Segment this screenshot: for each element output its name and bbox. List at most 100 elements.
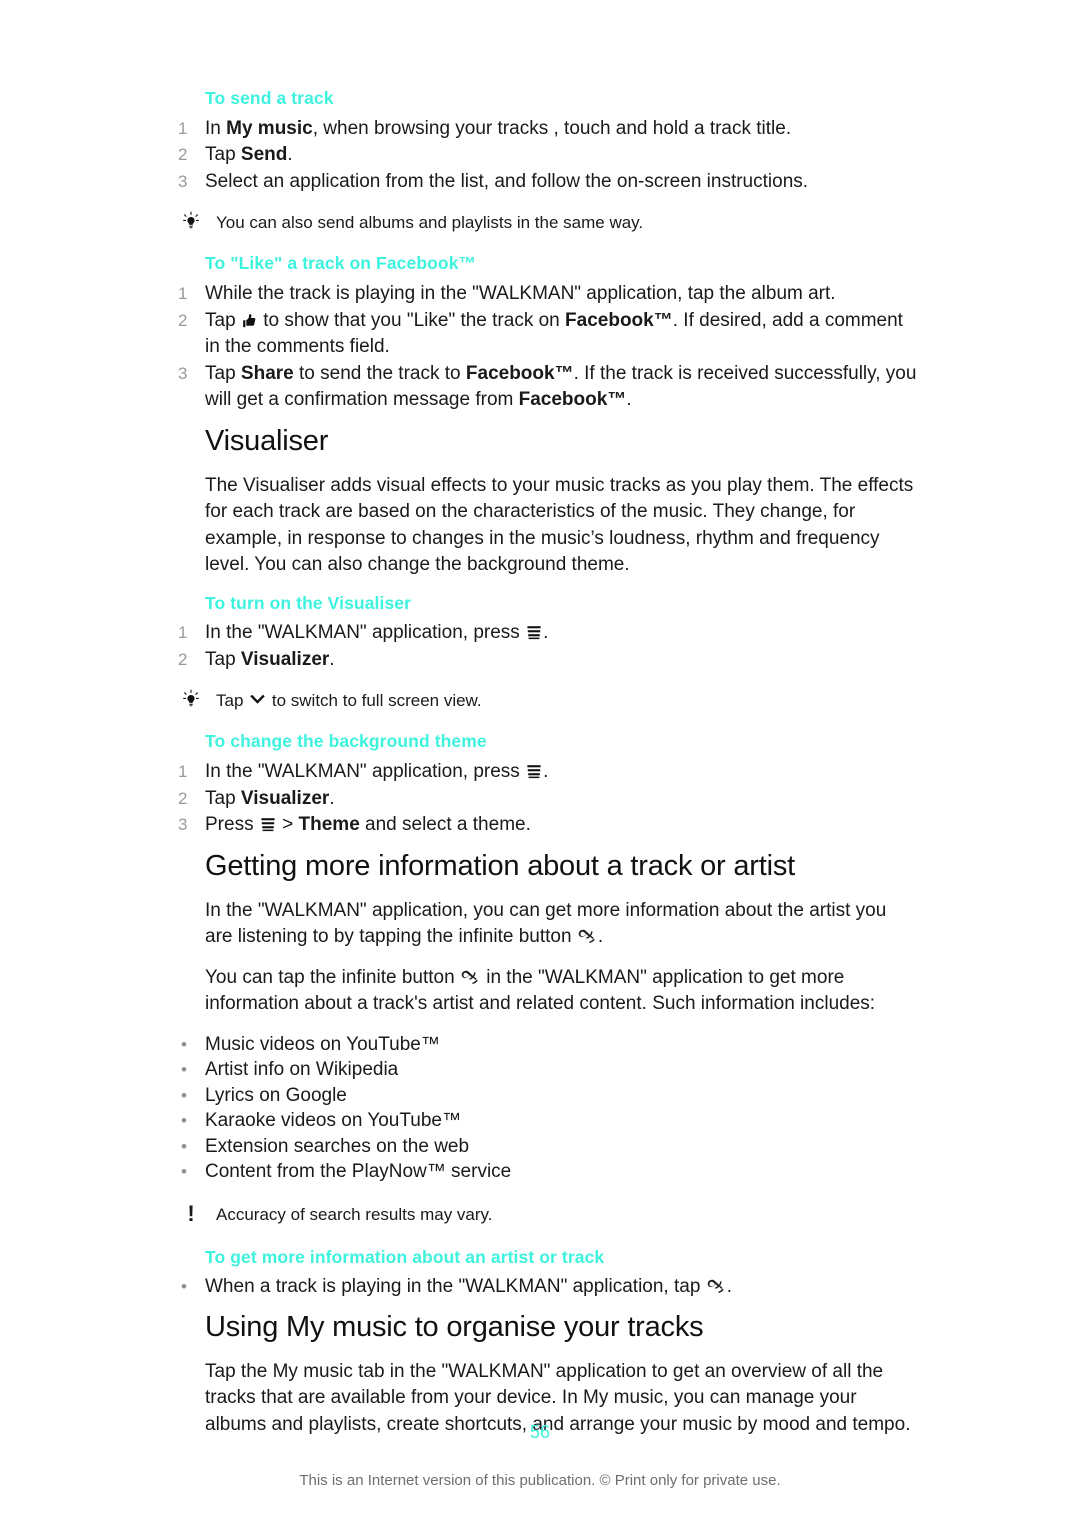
- steps-turn-on-visualiser: 1 In the "WALKMAN" application, press . …: [178, 620, 918, 673]
- step-number: 3: [178, 171, 188, 191]
- note-callout-accuracy: ! Accuracy of search results may vary.: [178, 1200, 918, 1227]
- step-text: While the track is playing in the "WALKM…: [205, 283, 836, 305]
- heading-to-like-a-track-on-facebook: To "Like" a track on Facebook™: [205, 253, 477, 274]
- list-information-includes: • Music videos on YouTube™ • Artist info o…: [178, 1032, 918, 1185]
- bullet-icon: •: [181, 1034, 187, 1054]
- infinite-button-icon: [577, 926, 598, 947]
- menu-icon: [259, 814, 277, 835]
- tip-callout-full-screen: Tap to switch to full screen view.: [178, 689, 918, 713]
- bullet-icon: •: [181, 1136, 187, 1156]
- document-page: To send a track 1 In My music, when brow…: [0, 0, 1080, 1527]
- footer-copyright-note: This is an Internet version of this publ…: [299, 1472, 781, 1489]
- step-number: 3: [178, 363, 188, 383]
- page-title-getting-more-information: Getting more information about a track o…: [205, 849, 795, 882]
- step-number: 2: [178, 310, 188, 330]
- step-text-a: In the "WALKMAN" application, press: [205, 622, 526, 644]
- menu-icon: [525, 761, 543, 782]
- heading-to-change-the-background-theme: To change the background theme: [205, 731, 487, 752]
- heading-to-get-more-information-about-an-artist-or-track: To get more information about an artist …: [205, 1246, 605, 1267]
- bullet-icon: •: [181, 1111, 187, 1131]
- list-item: • Lyrics on Google: [178, 1083, 918, 1109]
- step-text-bold-theme: Theme: [298, 814, 360, 836]
- step-text-c: and select a theme.: [359, 814, 531, 836]
- step-text-pre: In: [205, 117, 227, 139]
- step-text-a: Tap: [205, 362, 241, 384]
- step-text-b: .: [329, 787, 335, 809]
- step-text-bold: My music: [226, 117, 313, 139]
- step-number: 2: [178, 145, 188, 165]
- exclamation-icon: !: [187, 1200, 195, 1226]
- step-item: 1 In the "WALKMAN" application, press .: [178, 620, 918, 647]
- steps-send-a-track: 1 In My music, when browsing your tracks…: [178, 116, 918, 196]
- light-bulb-icon: [178, 689, 204, 716]
- step-text-a: Tap: [205, 787, 241, 809]
- step-text-post: , when browsing your tracks , touch and …: [312, 117, 792, 139]
- paragraph-text-a: In the "WALKMAN" application, you can ge…: [205, 899, 887, 948]
- step-text-b: .: [543, 761, 549, 783]
- menu-icon: [525, 622, 543, 643]
- step-number: 1: [178, 284, 188, 304]
- paragraph-infinite-button-2: You can tap the infinite button in the "…: [205, 965, 918, 1018]
- step-text-a: Tap: [205, 648, 241, 670]
- step-item: 2 Tap Send.: [178, 142, 918, 169]
- step-text-b: .: [329, 648, 335, 670]
- list-item-text-a: When a track is playing in the "WALKMAN"…: [205, 1276, 706, 1298]
- bullet-icon: •: [181, 1162, 187, 1182]
- step-item: 3 Press > Theme and select a theme.: [178, 812, 918, 839]
- paragraph-text-b: .: [597, 926, 604, 948]
- step-text-b: to show that you "Like" the track on: [257, 309, 566, 331]
- step-text-post: .: [287, 144, 293, 166]
- step-item: 3 Select an application from the list, a…: [178, 169, 918, 196]
- step-text-b: >: [276, 814, 299, 836]
- infinite-button-icon: [706, 1276, 727, 1297]
- list-item-label: Karaoke videos on YouTube™: [205, 1110, 461, 1132]
- step-number: 2: [178, 649, 188, 669]
- step-text-bold-facebook-2: Facebook™: [518, 389, 627, 411]
- note-text: Accuracy of search results may vary.: [216, 1204, 493, 1224]
- list-item-label: Artist info on Wikipedia: [205, 1059, 399, 1081]
- paragraph-visualiser: The Visualiser adds visual effects to yo…: [205, 474, 914, 576]
- list-item: • Karaoke videos on YouTube™: [178, 1108, 918, 1134]
- tip-text-b: to switch to full screen view.: [267, 691, 482, 711]
- list-item: • Extension searches on the web: [178, 1134, 918, 1160]
- infinite-button-icon: [460, 967, 481, 988]
- step-text-pre: Tap: [205, 144, 241, 166]
- page-title-visualiser: Visualiser: [205, 424, 329, 457]
- steps-like-track: 1 While the track is playing in the "WAL…: [178, 281, 918, 414]
- bullet-icon: •: [181, 1060, 187, 1080]
- step-number: 1: [178, 762, 188, 782]
- paragraph-text-a: You can tap the infinite button: [205, 966, 460, 988]
- step-text-a: In the "WALKMAN" application, press: [205, 761, 526, 783]
- step-text-b: to send the track to: [293, 362, 466, 384]
- step-text-bold: Send: [240, 144, 288, 166]
- list-item: • Artist info on Wikipedia: [178, 1057, 918, 1083]
- tip-text-a: Tap: [216, 691, 249, 711]
- bullet-icon: •: [181, 1277, 187, 1297]
- chevron-down-icon: [248, 691, 267, 710]
- step-text-pre: Select an application from the list, and…: [205, 170, 809, 192]
- heading-to-send-a-track: To send a track: [205, 88, 334, 108]
- list-get-more-information: • When a track is playing in the "WALKMAN…: [178, 1274, 918, 1300]
- step-item: 2 Tap Visualizer.: [178, 647, 918, 674]
- step-number: 3: [178, 815, 188, 835]
- bullet-icon: •: [181, 1085, 187, 1105]
- list-item-text-b: .: [726, 1276, 732, 1298]
- step-number: 1: [178, 118, 188, 138]
- list-item: • Music videos on YouTube™: [178, 1032, 918, 1058]
- steps-change-background-theme: 1 In the "WALKMAN" application, press . …: [178, 759, 918, 839]
- step-text-b: .: [543, 622, 549, 644]
- step-number: 1: [178, 623, 188, 643]
- tip-text: You can also send albums and playlists i…: [216, 213, 644, 233]
- tip-callout-send-track: You can also send albums and playlists i…: [178, 211, 918, 235]
- list-item: • When a track is playing in the "WALKMAN…: [178, 1274, 918, 1300]
- list-item-label: Content from the PlayNow™ service: [205, 1161, 512, 1183]
- page-number: 56: [529, 1422, 551, 1442]
- step-text-bold: Facebook™: [565, 309, 673, 331]
- step-text-d: .: [626, 389, 632, 411]
- step-text-bold: Visualizer: [240, 787, 330, 809]
- step-text-a: Press: [205, 814, 259, 836]
- step-item: 1 In the "WALKMAN" application, press .: [178, 759, 918, 786]
- list-item: • Content from the PlayNow™ service: [178, 1159, 918, 1185]
- light-bulb-icon: [178, 211, 204, 238]
- step-text-bold-share: Share: [240, 362, 294, 384]
